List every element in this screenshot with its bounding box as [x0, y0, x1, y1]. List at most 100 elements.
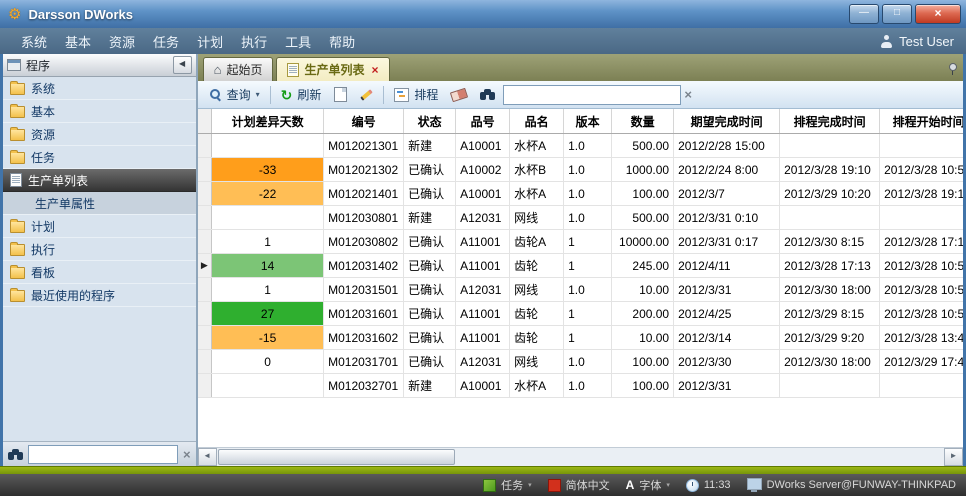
cell[interactable]: 2012/3/31 0:17	[674, 230, 780, 254]
cell[interactable]: 2012/3/28 10:52	[880, 302, 963, 326]
cell[interactable]: 1	[212, 230, 324, 254]
cell[interactable]: 2012/2/24 8:00	[674, 158, 780, 182]
menu-item-3[interactable]: 资源	[100, 29, 144, 54]
cell[interactable]: 已确认	[404, 326, 456, 350]
cell[interactable]: M012030802	[324, 230, 404, 254]
sidebar-collapse-button[interactable]: ◀	[173, 56, 192, 74]
horizontal-scrollbar[interactable]: ◄ ►	[198, 447, 963, 466]
sidebar-search-input[interactable]	[28, 445, 178, 464]
cell[interactable]: 1	[564, 254, 612, 278]
cell[interactable]: 1	[564, 230, 612, 254]
cell[interactable]: 2012/3/30 18:00	[780, 350, 880, 374]
cell[interactable]: 已确认	[404, 302, 456, 326]
cell[interactable]: A10001	[456, 134, 510, 158]
table-row[interactable]: -15M012031602已确认A11001齿轮110.002012/3/142…	[198, 326, 963, 350]
production-order-list-tab[interactable]: 生产单列表×	[276, 57, 389, 81]
cell[interactable]: -33	[212, 158, 324, 182]
cell[interactable]: M012021401	[324, 182, 404, 206]
cell[interactable]: M012021301	[324, 134, 404, 158]
column-header-10[interactable]: 排程开始时间	[880, 109, 963, 134]
cell[interactable]: 2012/2/28 15:00	[674, 134, 780, 158]
cell[interactable]: 1	[564, 326, 612, 350]
cell[interactable]: 水杯A	[510, 182, 564, 206]
cell[interactable]: 2012/3/7	[674, 182, 780, 206]
menu-item-5[interactable]: 计划	[188, 29, 232, 54]
sidebar-item-7[interactable]: 计划	[3, 215, 196, 238]
cell[interactable]: 2012/3/28 19:10	[780, 158, 880, 182]
cell[interactable]: 2012/4/11	[674, 254, 780, 278]
cell[interactable]: 500.00	[612, 134, 674, 158]
cell[interactable]: 200.00	[612, 302, 674, 326]
cell[interactable]: 2012/3/29 9:20	[780, 326, 880, 350]
cell[interactable]: 2012/3/29 8:15	[780, 302, 880, 326]
table-row[interactable]: 1M012030802已确认A11001齿轮A110000.002012/3/3…	[198, 230, 963, 254]
table-row[interactable]: 27M012031601已确认A11001齿轮1200.002012/4/252…	[198, 302, 963, 326]
cell[interactable]: A10002	[456, 158, 510, 182]
cell[interactable]: 网线	[510, 350, 564, 374]
cell[interactable]: 2012/3/30 8:15	[780, 230, 880, 254]
cell[interactable]: 245.00	[612, 254, 674, 278]
menu-item-8[interactable]: 帮助	[320, 29, 364, 54]
menu-item-7[interactable]: 工具	[276, 29, 320, 54]
cell[interactable]: 水杯A	[510, 374, 564, 398]
sidebar-item-4[interactable]: 任务	[3, 146, 196, 169]
cell[interactable]: 1.0	[564, 206, 612, 230]
cell[interactable]: 已确认	[404, 254, 456, 278]
sidebar-item-5[interactable]: 生产单列表	[3, 169, 196, 192]
column-header-5[interactable]: 品名	[510, 109, 564, 134]
table-row[interactable]: -33M012021302已确认A10002水杯B1.01000.002012/…	[198, 158, 963, 182]
cell[interactable]: M012021302	[324, 158, 404, 182]
sidebar-item-8[interactable]: 执行	[3, 238, 196, 261]
cell[interactable]: 已确认	[404, 182, 456, 206]
status-language[interactable]: 简体中文	[548, 477, 610, 493]
scrollbar-thumb[interactable]	[218, 449, 455, 465]
column-header-1[interactable]: 计划差异天数	[212, 109, 324, 134]
cell[interactable]: 2012/3/14	[674, 326, 780, 350]
cell[interactable]: 网线	[510, 206, 564, 230]
menu-item-6[interactable]: 执行	[232, 29, 276, 54]
cell[interactable]: 齿轮A	[510, 230, 564, 254]
cell[interactable]: 100.00	[612, 374, 674, 398]
cell[interactable]: 10000.00	[612, 230, 674, 254]
table-row[interactable]: M012032701新建A10001水杯A1.0100.002012/3/31	[198, 374, 963, 398]
status-task[interactable]: 任务 ▾	[483, 477, 532, 493]
eraser-button[interactable]	[446, 87, 472, 103]
cell[interactable]: A11001	[456, 302, 510, 326]
cell[interactable]: 已确认	[404, 278, 456, 302]
table-row[interactable]: ▶14M012031402已确认A11001齿轮1245.002012/4/11…	[198, 254, 963, 278]
cell[interactable]: 已确认	[404, 350, 456, 374]
sidebar-item-6[interactable]: 生产单属性	[3, 192, 196, 215]
sidebar-item-1[interactable]: 系统	[3, 77, 196, 100]
close-button[interactable]: ×	[915, 4, 961, 24]
cell[interactable]: 齿轮	[510, 254, 564, 278]
table-row[interactable]: 1M012031501已确认A12031网线1.010.002012/3/312…	[198, 278, 963, 302]
sidebar-item-3[interactable]: 资源	[3, 123, 196, 146]
scrollbar-track[interactable]	[456, 449, 944, 465]
cell[interactable]: 100.00	[612, 182, 674, 206]
cell[interactable]: -22	[212, 182, 324, 206]
column-header-6[interactable]: 版本	[564, 109, 612, 134]
cell[interactable]: 齿轮	[510, 326, 564, 350]
column-header-3[interactable]: 状态	[404, 109, 456, 134]
menu-item-1[interactable]: 系统	[12, 29, 56, 54]
cell[interactable]: A10001	[456, 182, 510, 206]
cell[interactable]	[880, 374, 963, 398]
column-header-8[interactable]: 期望完成时间	[674, 109, 780, 134]
find-button[interactable]	[475, 86, 500, 103]
cell[interactable]	[780, 206, 880, 230]
sidebar-item-10[interactable]: 最近使用的程序	[3, 284, 196, 307]
cell[interactable]: A10001	[456, 374, 510, 398]
cell[interactable]: 100.00	[612, 350, 674, 374]
cell[interactable]: 27	[212, 302, 324, 326]
column-header-2[interactable]: 编号	[324, 109, 404, 134]
pin-icon[interactable]	[947, 63, 957, 75]
cell[interactable]: M012032701	[324, 374, 404, 398]
cell[interactable]: 1.0	[564, 374, 612, 398]
cell[interactable]: M012031501	[324, 278, 404, 302]
titlebar[interactable]: ⚙ Darsson DWorks — □ ×	[0, 0, 966, 28]
cell[interactable]: A12031	[456, 206, 510, 230]
cell[interactable]: 10.00	[612, 278, 674, 302]
cell[interactable]: 1.0	[564, 182, 612, 206]
cell[interactable]: A12031	[456, 278, 510, 302]
status-font[interactable]: A 字体 ▾	[626, 477, 670, 493]
